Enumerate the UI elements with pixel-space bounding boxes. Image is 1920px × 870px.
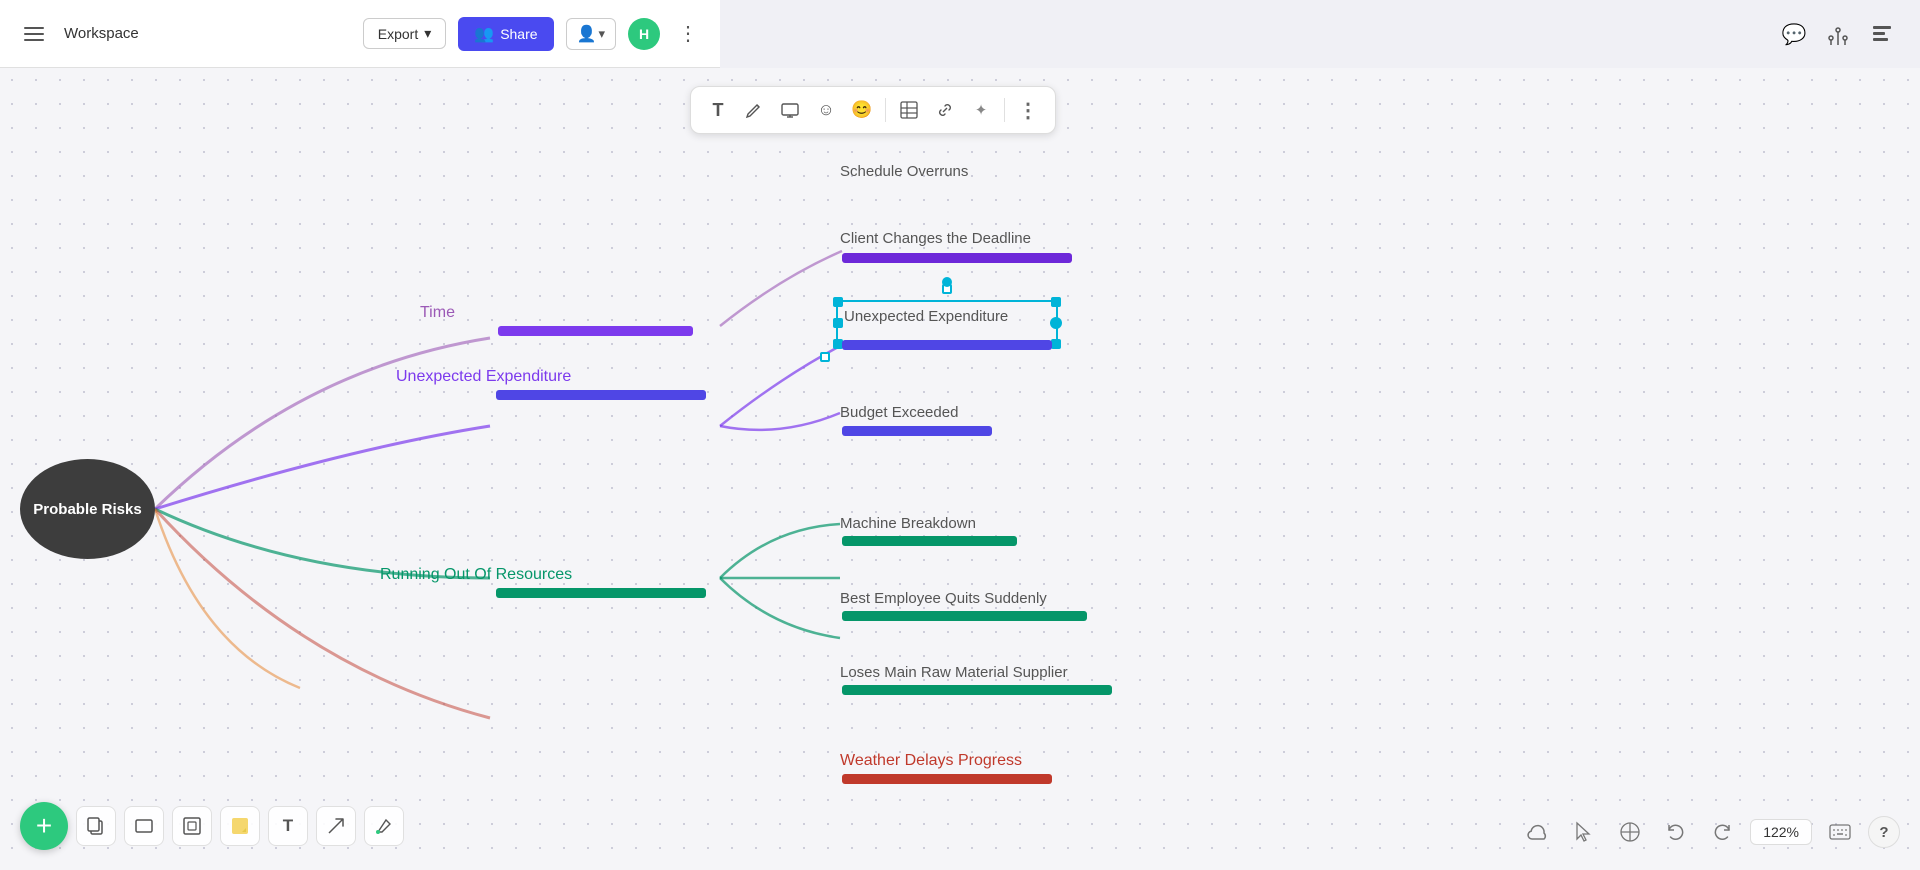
magic-tool-button[interactable]: ✦ xyxy=(964,93,998,127)
budget-exceeded-bar xyxy=(842,426,992,436)
canvas[interactable]: T ☺ 😊 ✦ ⋮ xyxy=(0,68,1920,870)
raw-material-bar xyxy=(842,685,1112,695)
bottom-toolbar: + T xyxy=(20,802,404,850)
toolbar-divider-2 xyxy=(1004,98,1005,122)
more-tool-button[interactable]: ⋮ xyxy=(1011,93,1045,127)
client-deadline-bar xyxy=(842,253,1072,263)
unexpected-branch-bar xyxy=(496,390,706,400)
emoji-tool-button[interactable]: ☺ xyxy=(809,93,843,127)
cloud-icon-button[interactable] xyxy=(1520,814,1556,850)
copy-tool-button[interactable] xyxy=(76,806,116,846)
pointer-icon-button[interactable] xyxy=(1566,814,1602,850)
chevron-down-icon: ▾ xyxy=(424,25,431,42)
zoom-display[interactable]: 122% xyxy=(1750,819,1812,845)
redo-icon-button[interactable] xyxy=(1704,814,1740,850)
header-right: 💬 xyxy=(1756,0,1920,68)
header: Workspace Export ▾ 👥 Share 👤 ▾ H ⋮ xyxy=(0,0,720,68)
resources-branch-bar xyxy=(496,588,706,598)
edit-panel-icon-button[interactable] xyxy=(1864,16,1900,52)
toolbar-divider xyxy=(885,98,886,122)
workspace-title: Workspace xyxy=(64,25,139,42)
floating-toolbar: T ☺ 😊 ✦ ⋮ xyxy=(690,86,1056,134)
machine-breakdown-bar xyxy=(842,536,1017,546)
chat-icon-button[interactable]: 💬 xyxy=(1776,16,1812,52)
weather-bar xyxy=(842,774,1052,784)
best-employee-bar xyxy=(842,611,1087,621)
keyboard-icon-button[interactable] xyxy=(1822,814,1858,850)
pen-tool-button[interactable] xyxy=(737,93,771,127)
table-tool-button[interactable] xyxy=(892,93,926,127)
frame-tool-button[interactable] xyxy=(172,806,212,846)
bottom-right-toolbar: 122% ? xyxy=(1520,814,1900,850)
unexpected-expenditure-child-bar xyxy=(842,340,1052,350)
more-options-button[interactable]: ⋮ xyxy=(672,18,704,50)
add-button[interactable]: + xyxy=(20,802,68,850)
sticky-tool-button[interactable] xyxy=(220,806,260,846)
undo-icon-button[interactable] xyxy=(1658,814,1694,850)
rect-tool-button[interactable] xyxy=(124,806,164,846)
user-avatar[interactable]: H xyxy=(628,18,660,50)
screen-tool-button[interactable] xyxy=(773,93,807,127)
share-icon: 👥 xyxy=(474,24,494,44)
chevron-down-icon: ▾ xyxy=(598,26,605,42)
text-tool-button2[interactable]: T xyxy=(268,806,308,846)
menu-button[interactable] xyxy=(16,16,52,52)
marker-tool-button[interactable] xyxy=(364,806,404,846)
arrow-tool-button[interactable] xyxy=(316,806,356,846)
sticker-tool-button[interactable]: 😊 xyxy=(845,93,879,127)
move-icon-button[interactable] xyxy=(1612,814,1648,850)
time-bar xyxy=(498,326,693,336)
share-button[interactable]: 👥 Share xyxy=(458,17,553,51)
config-icon-button[interactable] xyxy=(1820,16,1856,52)
mindmap-svg xyxy=(0,68,1920,870)
export-button[interactable]: Export ▾ xyxy=(363,18,447,49)
central-node[interactable]: Probable Risks xyxy=(20,459,155,559)
help-icon-button[interactable]: ? xyxy=(1868,816,1900,848)
text-tool-button[interactable]: T xyxy=(701,93,735,127)
avatar-group-button[interactable]: 👤 ▾ xyxy=(566,18,616,50)
person-icon: 👤 xyxy=(577,24,597,44)
link-tool-button[interactable] xyxy=(928,93,962,127)
